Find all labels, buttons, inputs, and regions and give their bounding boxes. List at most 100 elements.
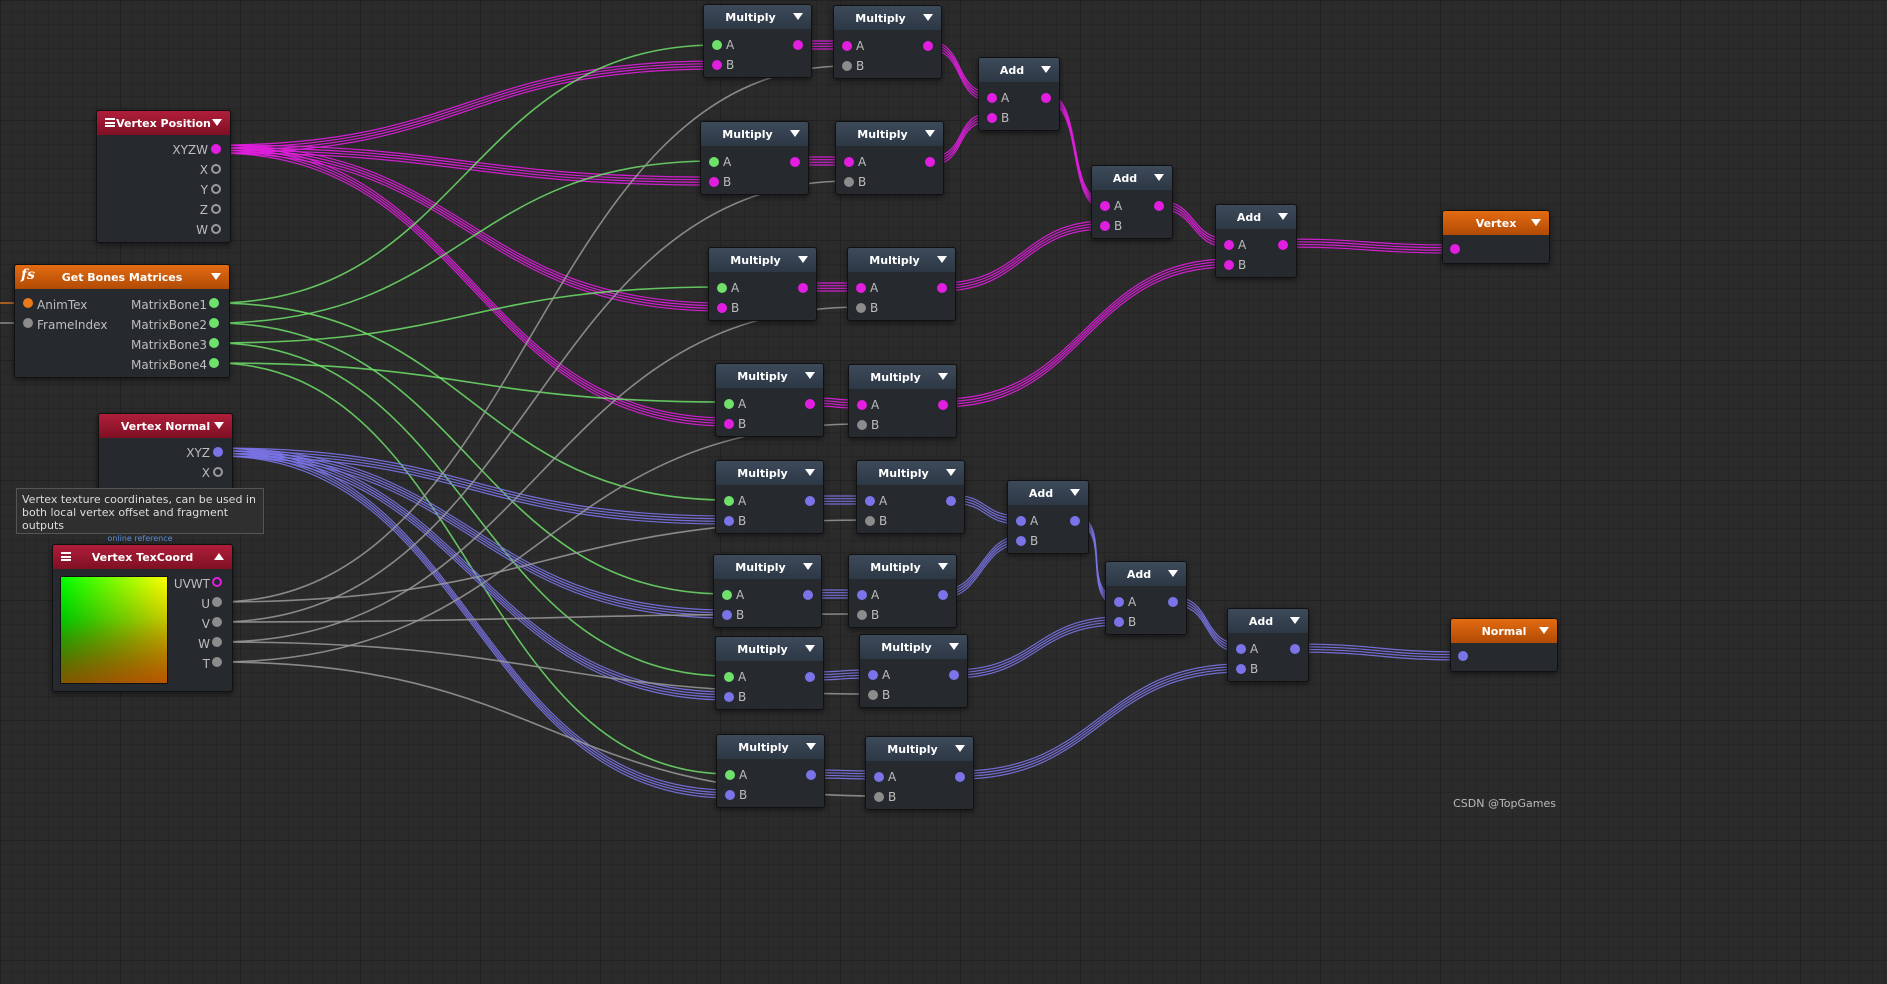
- collapse-arrow-icon[interactable]: [211, 273, 221, 280]
- multiply-node[interactable]: Multiply A B: [716, 734, 825, 808]
- input-b-port[interactable]: [868, 690, 878, 700]
- input-a-port[interactable]: [717, 283, 727, 293]
- menu-icon[interactable]: [61, 552, 71, 561]
- add-header[interactable]: Add: [1092, 166, 1172, 190]
- port-dot[interactable]: [212, 637, 222, 647]
- input-b-port[interactable]: [724, 419, 734, 429]
- collapse-arrow-icon[interactable]: [955, 745, 965, 752]
- output-port[interactable]: [1278, 240, 1288, 250]
- multiply-header[interactable]: Multiply: [716, 461, 823, 485]
- input-b-port[interactable]: [844, 177, 854, 187]
- collapse-arrow-icon[interactable]: [946, 469, 956, 476]
- collapse-arrow-icon[interactable]: [805, 372, 815, 379]
- output-port[interactable]: [803, 590, 813, 600]
- expand-arrow-icon[interactable]: [214, 553, 224, 560]
- add-node[interactable]: Add A B: [1227, 608, 1309, 682]
- multiply-node[interactable]: Multiply A B: [700, 121, 809, 195]
- port-dot[interactable]: [211, 144, 221, 154]
- online-reference-link[interactable]: online reference: [22, 534, 258, 544]
- input-b-port[interactable]: [865, 516, 875, 526]
- input-b-port[interactable]: [712, 60, 722, 70]
- input-b-port[interactable]: [1236, 664, 1246, 674]
- input-a-port[interactable]: [857, 590, 867, 600]
- port-dot[interactable]: [211, 164, 221, 174]
- output-port[interactable]: [946, 496, 956, 506]
- port-dot[interactable]: [209, 318, 219, 328]
- multiply-node[interactable]: Multiply A B: [859, 634, 968, 708]
- multiply-node[interactable]: Multiply A B: [703, 4, 812, 78]
- multiply-node[interactable]: Multiply A B: [713, 554, 822, 628]
- collapse-arrow-icon[interactable]: [805, 645, 815, 652]
- vertex-position-header[interactable]: Vertex Position: [97, 111, 230, 135]
- vertex-output-node[interactable]: Vertex: [1442, 210, 1550, 264]
- output-port[interactable]: [806, 770, 816, 780]
- vertex-position-node[interactable]: Vertex Position XYZW X Y Z W: [96, 110, 231, 243]
- input-a-port[interactable]: [856, 283, 866, 293]
- port-dot[interactable]: [23, 298, 33, 308]
- port-dot[interactable]: [212, 577, 222, 587]
- add-node[interactable]: Add A B: [1091, 165, 1173, 239]
- multiply-node[interactable]: Multiply A B: [715, 460, 824, 534]
- input-a-port[interactable]: [1114, 597, 1124, 607]
- input-b-port[interactable]: [724, 516, 734, 526]
- collapse-arrow-icon[interactable]: [798, 256, 808, 263]
- vertex-texcoord-header[interactable]: Vertex TexCoord: [53, 545, 232, 569]
- input-a-port[interactable]: [1016, 516, 1026, 526]
- add-node[interactable]: Add A B: [1215, 204, 1297, 278]
- multiply-header[interactable]: Multiply: [849, 365, 956, 389]
- input-b-port[interactable]: [724, 692, 734, 702]
- add-node[interactable]: Add A B: [1105, 561, 1187, 635]
- input-a-port[interactable]: [844, 157, 854, 167]
- add-header[interactable]: Add: [1008, 481, 1088, 505]
- input-b-port[interactable]: [1114, 617, 1124, 627]
- input-a-port[interactable]: [724, 399, 734, 409]
- output-port[interactable]: [790, 157, 800, 167]
- collapse-arrow-icon[interactable]: [1168, 570, 1178, 577]
- output-port[interactable]: [938, 400, 948, 410]
- multiply-node[interactable]: Multiply A B: [856, 460, 965, 534]
- input-b-port[interactable]: [1224, 260, 1234, 270]
- multiply-node[interactable]: Multiply A B: [835, 121, 944, 195]
- collapse-arrow-icon[interactable]: [1531, 219, 1541, 226]
- add-header[interactable]: Add: [979, 58, 1059, 82]
- input-b-port[interactable]: [857, 420, 867, 430]
- port-dot[interactable]: [212, 657, 222, 667]
- input-b-port[interactable]: [842, 61, 852, 71]
- multiply-node[interactable]: Multiply A B: [865, 736, 974, 810]
- collapse-arrow-icon[interactable]: [214, 422, 224, 429]
- multiply-header[interactable]: Multiply: [860, 635, 967, 659]
- input-a-port[interactable]: [1236, 644, 1246, 654]
- multiply-header[interactable]: Multiply: [857, 461, 964, 485]
- output-port[interactable]: [923, 41, 933, 51]
- input-a-port[interactable]: [1224, 240, 1234, 250]
- multiply-node[interactable]: Multiply A B: [847, 247, 956, 321]
- multiply-header[interactable]: Multiply: [849, 555, 956, 579]
- port-dot[interactable]: [209, 298, 219, 308]
- collapse-arrow-icon[interactable]: [938, 563, 948, 570]
- port-dot[interactable]: [213, 467, 223, 477]
- input-b-port[interactable]: [722, 610, 732, 620]
- input-a-port[interactable]: [724, 496, 734, 506]
- input-b-port[interactable]: [874, 792, 884, 802]
- collapse-arrow-icon[interactable]: [790, 130, 800, 137]
- input-a-port[interactable]: [1100, 201, 1110, 211]
- output-port[interactable]: [1041, 93, 1051, 103]
- multiply-node[interactable]: Multiply A B: [848, 364, 957, 438]
- multiply-header[interactable]: Multiply: [704, 5, 811, 29]
- collapse-arrow-icon[interactable]: [1070, 489, 1080, 496]
- port-dot[interactable]: [209, 338, 219, 348]
- input-a-port[interactable]: [724, 672, 734, 682]
- input-a-port[interactable]: [987, 93, 997, 103]
- output-port[interactable]: [955, 772, 965, 782]
- output-port[interactable]: [1168, 597, 1178, 607]
- input-a-port[interactable]: [722, 590, 732, 600]
- multiply-header[interactable]: Multiply: [716, 364, 823, 388]
- input-b-port[interactable]: [1100, 221, 1110, 231]
- port-dot[interactable]: [211, 204, 221, 214]
- output-port[interactable]: [937, 283, 947, 293]
- port-dot[interactable]: [211, 184, 221, 194]
- port-dot[interactable]: [211, 224, 221, 234]
- multiply-node[interactable]: Multiply A B: [715, 636, 824, 710]
- collapse-arrow-icon[interactable]: [923, 14, 933, 21]
- input-a-port[interactable]: [709, 157, 719, 167]
